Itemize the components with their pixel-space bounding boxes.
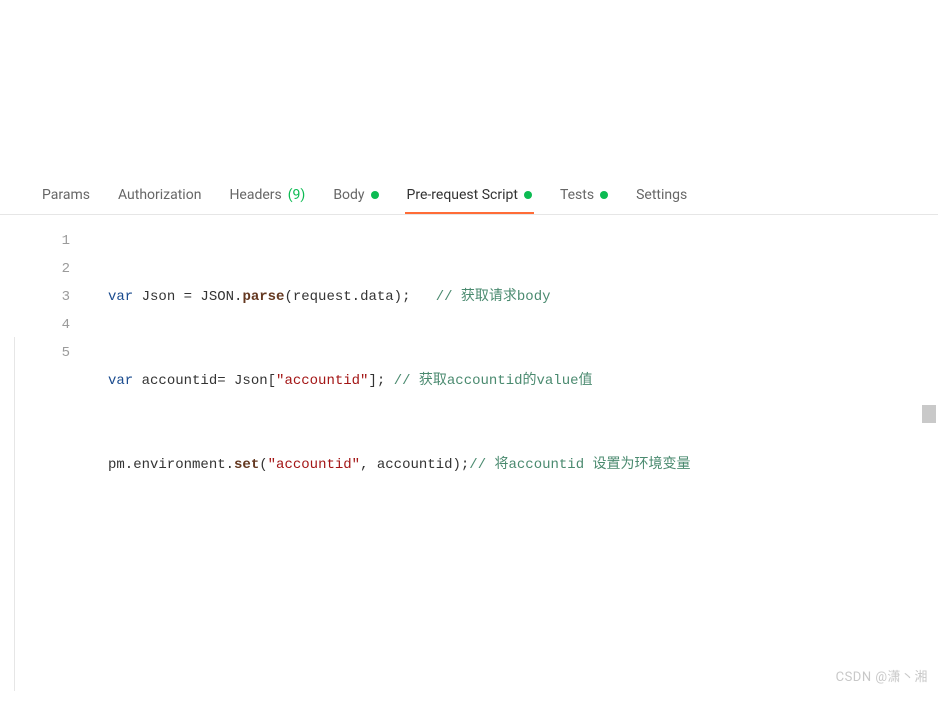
token-plain: ]; [368,373,393,389]
tab-headers-count: (9) [288,187,306,203]
token-function: set [234,457,259,473]
token-plain: (request.data); [284,289,435,305]
tab-label: Body [333,187,364,203]
tab-tests[interactable]: Tests [558,177,610,213]
token-string: "accountid" [268,457,360,473]
line-number: 2 [0,255,70,283]
token-comment: // 获取请求body [436,289,551,305]
tab-pre-request-script[interactable]: Pre-request Script [405,177,534,213]
tab-label: Headers [229,187,281,203]
token-plain: Json = JSON. [133,289,242,305]
dot-icon [600,191,608,199]
tab-headers[interactable]: Headers (9) [227,177,307,213]
line-gutter: 1 2 3 4 5 [0,221,92,703]
tab-body[interactable]: Body [331,177,380,213]
tab-label: Authorization [118,187,201,203]
code-editor[interactable]: 1 2 3 4 5 var Json = JSON.parse(request.… [0,221,938,703]
line-number: 3 [0,283,70,311]
token-string: "accountid" [276,373,368,389]
token-comment: // 将accountid 设置为环境变量 [469,457,690,473]
token-comment: // 获取accountid的value值 [394,373,593,389]
tab-label: Tests [560,187,594,203]
token-plain: , accountid); [360,457,469,473]
line-number: 1 [0,227,70,255]
scrollbar-thumb[interactable] [922,405,936,423]
watermark: CSDN @潇丶湘 [836,666,928,685]
code-line: pm.environment.set("accountid", accounti… [108,451,938,479]
tab-label: Pre-request Script [407,187,518,203]
tab-params[interactable]: Params [40,177,92,213]
token-plain: pm.environment. [108,457,234,473]
tab-label: Settings [636,187,687,203]
token-keyword: var [108,289,133,305]
token-plain: accountid= Json[ [133,373,276,389]
dot-icon [371,191,379,199]
code-line [108,535,938,563]
dot-icon [524,191,532,199]
code-line [108,619,938,647]
token-function: parse [242,289,284,305]
line-number: 5 [0,339,70,367]
code-line: var accountid= Json["accountid"]; // 获取a… [108,367,938,395]
token-keyword: var [108,373,133,389]
request-tabs: Params Authorization Headers (9) Body Pr… [0,175,938,215]
token-plain: ( [259,457,267,473]
tab-label: Params [42,187,90,203]
code-line: var Json = JSON.parse(request.data); // … [108,283,938,311]
line-number: 4 [0,311,70,339]
tab-settings[interactable]: Settings [634,177,689,213]
tab-authorization[interactable]: Authorization [116,177,203,213]
code-body[interactable]: var Json = JSON.parse(request.data); // … [92,221,938,703]
